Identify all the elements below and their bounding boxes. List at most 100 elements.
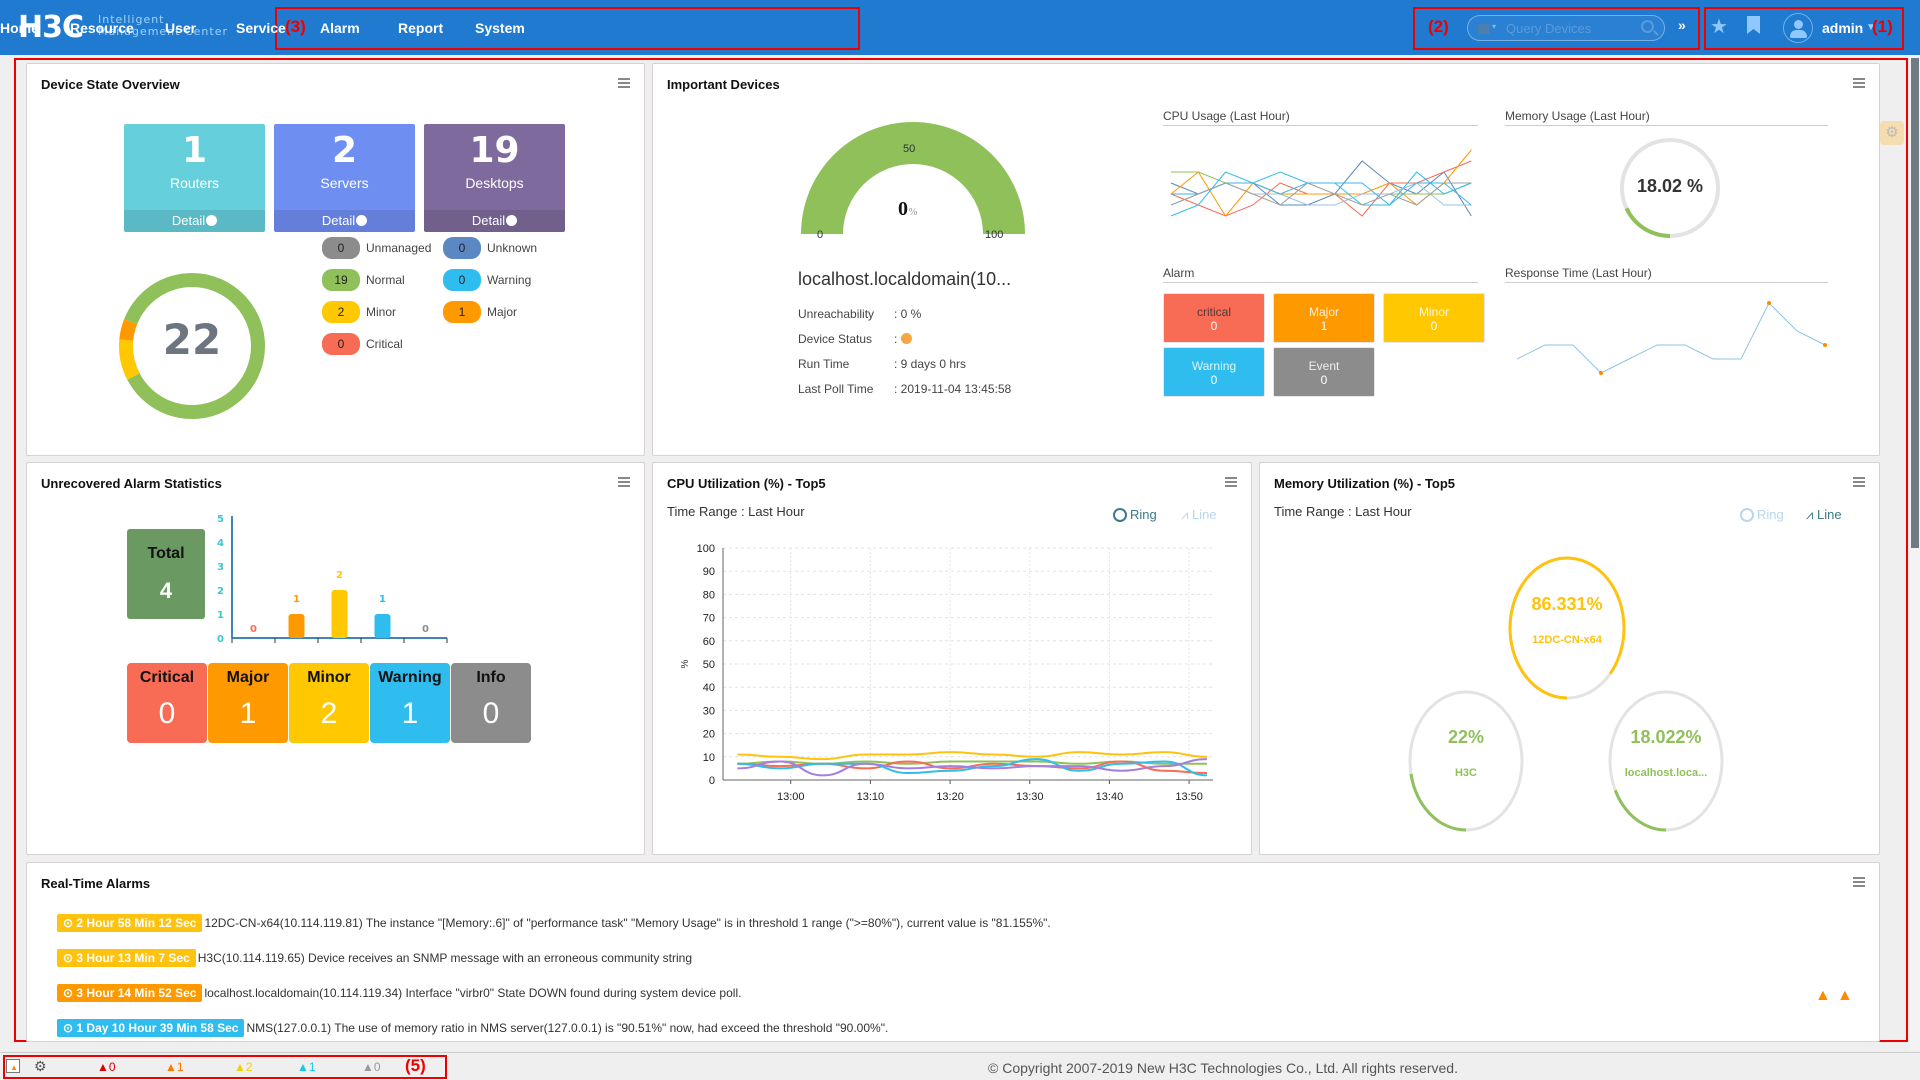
gauge-mid-label: 50	[903, 143, 916, 155]
warning-triangle-icon: ▲	[234, 1060, 246, 1074]
legend-unmanaged[interactable]: 0 Unmanaged	[322, 237, 431, 259]
search-icon[interactable]	[1641, 20, 1654, 33]
menu-icon[interactable]	[1853, 477, 1865, 487]
menu-icon[interactable]	[1225, 477, 1237, 487]
severity-card-warning[interactable]: Warning 1	[370, 663, 450, 743]
device-tile-routers[interactable]: 1 Routers Detail	[124, 124, 265, 232]
alarm-box-label: critical	[1196, 305, 1231, 319]
cpu-usage-sparkline	[1170, 149, 1472, 217]
avatar[interactable]	[1783, 13, 1813, 43]
memory-ring-2[interactable]: 22% H3C	[1408, 690, 1524, 832]
alarm-box-label: Major	[1308, 305, 1339, 319]
nav-alarm[interactable]: Alarm	[320, 20, 360, 36]
alarm-row[interactable]: ⊙ 1 Day 10 Hour 39 Min 58 Sec NMS(127.0.0…	[57, 1019, 888, 1037]
device-tile-servers[interactable]: 2 Servers Detail	[274, 124, 415, 232]
footer-alarm-count-3[interactable]: ▲2	[234, 1060, 253, 1074]
nav-system[interactable]: System	[475, 20, 525, 36]
device-tile-desktops[interactable]: 19 Desktops Detail	[424, 124, 565, 232]
line-toggle[interactable]: ⩘ Line	[1181, 507, 1217, 523]
double-chevron-down-icon[interactable]: »	[1678, 17, 1686, 33]
y-tick-label: 70	[703, 613, 715, 625]
severity-value: 2	[320, 697, 338, 730]
severity-value: 1	[401, 697, 419, 730]
ring-toggle[interactable]: Ring	[1113, 507, 1157, 522]
menu-icon[interactable]	[1853, 78, 1865, 88]
ring-device-name: 12DC-CN-x64	[1532, 633, 1602, 646]
nav-report[interactable]: Report	[398, 20, 443, 36]
bar-major[interactable]	[288, 614, 305, 638]
legend-warning[interactable]: 0 Warning	[443, 269, 531, 291]
response-time-title: Response Time (Last Hour)	[1505, 266, 1828, 283]
y-axis-label: %	[680, 659, 691, 668]
menu-icon[interactable]	[618, 477, 630, 487]
legend-unknown[interactable]: 0 Unknown	[443, 237, 537, 259]
ring-toggle[interactable]: Ring	[1740, 507, 1784, 522]
memory-ring-3[interactable]: 18.022% localhost.loca...	[1608, 690, 1724, 832]
detail-link[interactable]: Detail	[424, 210, 565, 232]
alarm-text[interactable]: H3C(10.114.119.65) Device receives an SN…	[198, 951, 692, 965]
line-toggle[interactable]: ⩘ Line	[1806, 507, 1842, 523]
alarm-row[interactable]: ⊙ 3 Hour 13 Min 7 Sec H3C(10.114.119.65) …	[57, 949, 692, 967]
legend-normal[interactable]: 19 Normal	[322, 269, 405, 291]
alarm-box-critical[interactable]: critical 0	[1163, 293, 1265, 343]
alarm-window-icon[interactable]: ▲	[6, 1059, 20, 1073]
legend-major[interactable]: 1 Major	[443, 301, 517, 323]
search-input[interactable]: Query Devices	[1506, 21, 1591, 36]
alarm-text[interactable]: NMS(127.0.0.1) The use of memory ratio i…	[246, 1021, 888, 1035]
nav-resource[interactable]: Resource	[70, 20, 134, 36]
field-label: Unreachability	[798, 307, 875, 321]
footer-alarm-count-4[interactable]: ▲1	[297, 1060, 316, 1074]
detail-label: Detail	[321, 213, 356, 228]
severity-value: 0	[158, 697, 176, 730]
total-alarms-card[interactable]: Total 4	[127, 529, 205, 619]
nav-service[interactable]: Service	[236, 20, 286, 36]
device-search[interactable]: ▾ Query Devices	[1467, 15, 1665, 41]
memory-ring-1[interactable]: 86.331% 12DC-CN-x64	[1508, 556, 1626, 700]
alarm-box-value: 0	[1430, 319, 1438, 333]
severity-card-info[interactable]: Info 0	[451, 663, 531, 743]
menu-icon[interactable]	[618, 78, 630, 88]
cpu-line-series-yellow[interactable]	[737, 751, 1208, 761]
footer-alarm-count-2[interactable]: ▲1	[165, 1060, 184, 1074]
chevron-down-icon[interactable]: ▾	[1492, 22, 1496, 31]
y-tick-label: 30	[703, 705, 715, 717]
alarm-box-warning[interactable]: Warning 0	[1163, 347, 1265, 397]
legend-label: Unmanaged	[366, 241, 432, 255]
device-type-icon[interactable]	[1478, 24, 1490, 34]
menu-icon[interactable]	[1853, 877, 1865, 887]
alarm-box-major[interactable]: Major 1	[1273, 293, 1375, 343]
alarm-text[interactable]: localhost.localdomain(10.114.119.34) Int…	[204, 986, 741, 1000]
bar-minor[interactable]	[331, 590, 348, 638]
annotation-label-1: (1)	[1872, 17, 1893, 36]
tile-label: Servers	[320, 175, 369, 191]
detail-link[interactable]: Detail	[124, 210, 265, 232]
severity-card-critical[interactable]: Critical 0	[127, 663, 207, 743]
alarm-box-event[interactable]: Event 0	[1273, 347, 1375, 397]
alarm-box-minor[interactable]: Minor 0	[1383, 293, 1485, 343]
star-icon[interactable]: ★	[1710, 14, 1728, 39]
detail-link[interactable]: Detail	[274, 210, 415, 232]
scrollbar-thumb[interactable]	[1911, 58, 1919, 548]
footer-alarm-count-5[interactable]: ▲0	[362, 1060, 381, 1074]
legend-critical[interactable]: 0 Critical	[322, 333, 403, 355]
legend-minor[interactable]: 2 Minor	[322, 301, 396, 323]
alarm-row[interactable]: ⊙ 2 Hour 58 Min 12 Sec 12DC-CN-x64(10.114…	[57, 914, 1051, 932]
user-name[interactable]: admin	[1822, 20, 1863, 36]
gear-icon[interactable]: ⚙	[1880, 121, 1904, 145]
alarm-row[interactable]: ⊙ 3 Hour 14 Min 52 Sec localhost.localdom…	[57, 984, 741, 1002]
severity-card-major[interactable]: Major 1	[208, 663, 288, 743]
alarm-time-badge: ⊙ 2 Hour 58 Min 12 Sec	[57, 914, 203, 932]
device-name[interactable]: localhost.localdomain(10...	[798, 269, 1011, 290]
bar-warning[interactable]	[374, 614, 391, 638]
panel-title: Important Devices	[667, 77, 780, 92]
acknowledged-alarm-icon[interactable]: ▲	[1815, 987, 1831, 1005]
nav-user[interactable]: User	[165, 20, 196, 36]
detail-label: Detail	[171, 213, 206, 228]
footer-alarm-count-1[interactable]: ▲0	[97, 1060, 116, 1074]
nav-home[interactable]: Home	[0, 20, 39, 36]
severity-card-minor[interactable]: Minor 2	[289, 663, 369, 743]
ring-device-name: H3C	[1454, 766, 1477, 779]
unknown-alarm-icon[interactable]: ▲	[1837, 987, 1853, 1005]
alarm-text[interactable]: 12DC-CN-x64(10.114.119.81) The instance …	[204, 916, 1050, 930]
settings-icon[interactable]: ⚙	[34, 1058, 47, 1075]
